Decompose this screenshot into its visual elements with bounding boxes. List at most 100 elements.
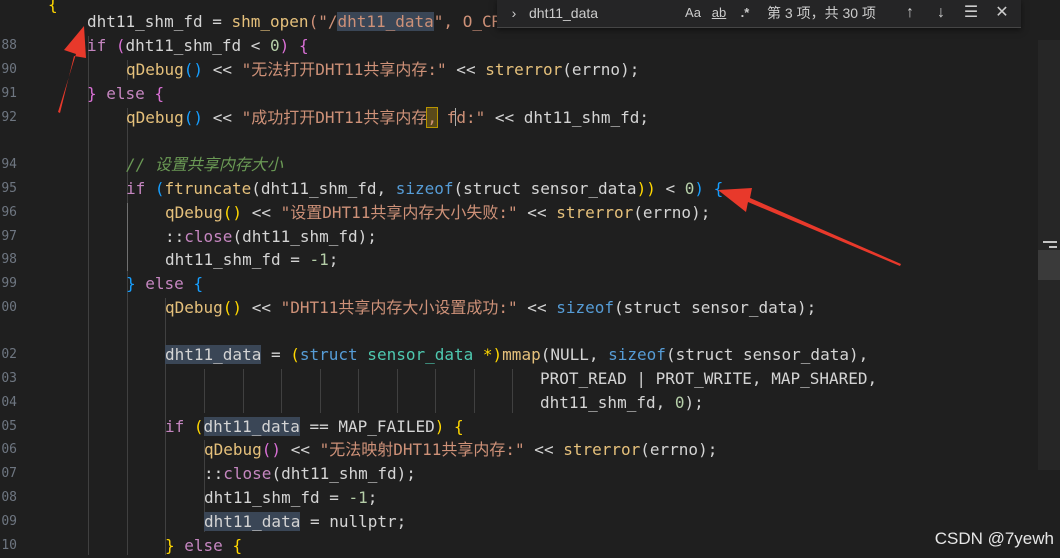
close-icon[interactable]: ✕ [991, 2, 1013, 24]
indent-guide [320, 369, 321, 413]
match-whole-word-icon[interactable]: ab [708, 3, 730, 23]
code-line[interactable]: PROT_READ | PROT_WRITE, MAP_SHARED, [540, 367, 877, 391]
line-number: 92 [1, 110, 17, 125]
previous-match-icon[interactable]: ↑ [899, 2, 921, 24]
code-token: if [87, 36, 107, 55]
code-token: -1 [309, 250, 329, 269]
code-line[interactable]: dht11_data = (struct sensor_data *)mmap(… [165, 343, 868, 367]
indent-guide [512, 369, 513, 413]
code-token: dht11_shm_fd [125, 36, 242, 55]
search-match: dht11_data [165, 345, 262, 364]
code-line[interactable]: dht11_shm_fd = -1; [165, 248, 338, 272]
line-number: 06 [1, 442, 17, 457]
code-token: else [174, 536, 233, 555]
code-token: dht11_shm_fd; [523, 108, 649, 127]
indent-guide [204, 369, 205, 413]
regex-icon[interactable]: .* [735, 3, 755, 23]
find-in-selection-icon[interactable]: ☰ [960, 2, 982, 24]
code-line[interactable]: // 设置共享内存大小 [126, 153, 283, 177]
watermark: CSDN @7yewh [934, 529, 1054, 548]
line-number: 91 [1, 86, 17, 101]
code-token: if [165, 417, 185, 436]
line-number: 05 [1, 419, 17, 434]
code-token: 0 [270, 36, 280, 55]
line-number: 98 [1, 252, 17, 267]
code-line[interactable]: dht11_shm_fd = shm_open("/dht11_data", O… [87, 10, 501, 34]
code-line[interactable]: qDebug() << "成功打开DHT11共享内存, fd:" << dht1… [126, 106, 649, 130]
code-token: { [444, 417, 464, 436]
code-token: () [261, 440, 282, 459]
find-widget: › Aa ab .* 第 3 项，共 30 项 ↑ ↓ ☰ ✕ [497, 0, 1021, 28]
code-token: { [232, 536, 243, 555]
code-line[interactable]: dht11_shm_fd = -1; [204, 486, 377, 510]
code-token: << [517, 298, 557, 317]
line-number: 02 [1, 347, 17, 362]
code-token: "无法映射DHT11共享内存:" [319, 440, 525, 459]
code-token: qDebug [165, 298, 223, 317]
line-number-gutter: 88 90 91 92 94 95 96 97 98 99 00 02 03 0… [0, 0, 22, 555]
code-token: (dht11_shm_fd); [271, 464, 416, 483]
code-token: << [242, 298, 281, 317]
code-token: strerror [556, 203, 634, 222]
code-token: -1 [348, 488, 368, 507]
code-token: << [281, 440, 320, 459]
code-token: )) [636, 179, 656, 198]
code-token: } [165, 536, 175, 555]
scrollbar-thumb[interactable] [1038, 250, 1060, 280]
code-line[interactable]: if (dht11_data == MAP_FAILED) { [165, 415, 464, 439]
code-line[interactable]: qDebug() << "无法映射DHT11共享内存:" << strerror… [204, 438, 717, 462]
line-number: 96 [1, 205, 17, 220]
minimap-marker [1043, 241, 1057, 243]
chevron-right-icon[interactable]: › [505, 3, 523, 23]
code-line[interactable]: qDebug() << "无法打开DHT11共享内存:" << strerror… [126, 58, 639, 82]
minimap-marker [1049, 246, 1057, 248]
code-token: qDebug [165, 203, 223, 222]
code-token: fd:" [437, 108, 486, 127]
code-token: ( [106, 36, 126, 55]
code-token: qDebug [204, 440, 262, 459]
code-token: close [184, 227, 233, 246]
code-token: (dht11_shm_fd); [232, 227, 377, 246]
code-token: (struct sensor_data); [614, 298, 817, 317]
code-token: (dht11_shm_fd, [251, 179, 396, 198]
code-token: < [655, 179, 685, 198]
code-line[interactable]: } else { [165, 534, 242, 558]
code-token: 0 [684, 179, 695, 198]
code-line[interactable]: } else { [87, 82, 164, 106]
code-token: ; [367, 488, 378, 507]
line-number: 90 [1, 62, 17, 77]
code-token: ( [145, 179, 165, 198]
line-number: 94 [1, 157, 17, 172]
code-token: :: [204, 464, 224, 483]
code-line[interactable]: dht11_data = nullptr; [204, 510, 406, 534]
code-token: close [223, 464, 272, 483]
code-line[interactable]: if (dht11_shm_fd < 0) { [87, 34, 309, 58]
code-token: (errno); [633, 203, 711, 222]
code-line[interactable]: ::close(dht11_shm_fd); [204, 462, 416, 486]
code-token: < [241, 36, 271, 55]
code-token: << [242, 203, 281, 222]
next-match-icon[interactable]: ↓ [930, 2, 952, 24]
code-line[interactable]: qDebug() << "DHT11共享内存大小设置成功:" << sizeof… [165, 296, 816, 320]
code-token: } [87, 84, 97, 103]
code-line[interactable]: ::close(dht11_shm_fd); [165, 225, 377, 249]
code-token: { [289, 36, 309, 55]
code-token: { [193, 274, 204, 293]
code-token: ("/ [308, 12, 338, 31]
code-token: = nullptr; [300, 512, 407, 531]
match-case-icon[interactable]: Aa [683, 3, 703, 23]
code-line[interactable]: } else { [126, 272, 203, 296]
code-token: ", O_CR [433, 12, 502, 31]
code-token: { [48, 0, 58, 14]
annotation-arrow [58, 26, 86, 113]
code-token: dht11_shm_fd [87, 12, 203, 31]
code-line[interactable]: { [48, 0, 58, 17]
code-token: ; [328, 250, 339, 269]
annotation-arrow [718, 188, 901, 266]
code-token: (struct sensor_data), [665, 345, 869, 364]
code-line[interactable]: if (ftruncate(dht11_shm_fd, sizeof(struc… [126, 177, 723, 201]
code-line[interactable]: qDebug() << "设置DHT11共享内存大小失败:" << strerr… [165, 201, 710, 225]
indent-guide [281, 369, 282, 413]
line-number: 08 [1, 490, 17, 505]
code-line[interactable]: dht11_shm_fd, 0); [540, 391, 704, 415]
